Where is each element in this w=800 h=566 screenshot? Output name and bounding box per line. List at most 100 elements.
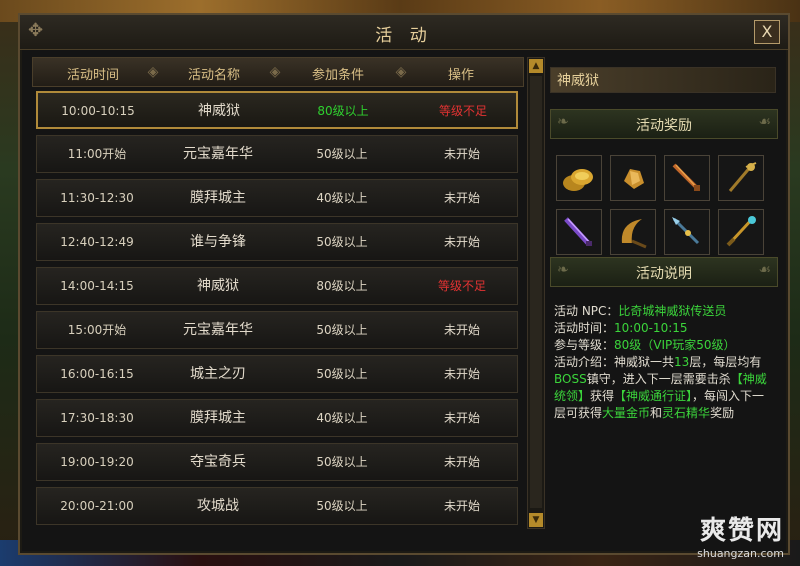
staff-icon[interactable] bbox=[718, 155, 764, 201]
row-name: 谁与争锋 bbox=[190, 234, 246, 250]
row-name: 元宝嘉年华 bbox=[183, 322, 253, 338]
gold-coins-icon[interactable] bbox=[556, 155, 602, 201]
row-requirement: 40级以上 bbox=[316, 411, 368, 425]
row-requirement: 50级以上 bbox=[316, 147, 368, 161]
scepter-icon[interactable] bbox=[718, 209, 764, 255]
row-status: 等级不足 bbox=[438, 104, 487, 118]
desc-time-line: 活动时间：10:00-10:15 bbox=[554, 320, 772, 337]
row-status: 未开始 bbox=[443, 147, 480, 161]
row-time: 10:00-10:15 bbox=[61, 104, 135, 118]
table-row[interactable]: 10:00-10:15 神威狱 80级以上 等级不足 bbox=[36, 91, 518, 129]
watermark-logo: 爽赞网 bbox=[699, 516, 784, 546]
header-name: 活动名称 bbox=[187, 68, 240, 83]
row-requirement: 80级以上 bbox=[316, 279, 368, 293]
row-time: 14:00-14:15 bbox=[60, 279, 134, 293]
row-status: 未开始 bbox=[443, 323, 480, 337]
row-status: 未开始 bbox=[443, 455, 480, 469]
desc-level-line: 参与等级：80级（VIP玩家50级） bbox=[554, 337, 772, 354]
row-name: 攻城战 bbox=[197, 498, 239, 514]
gold-ore-icon[interactable] bbox=[610, 155, 656, 201]
selected-activity-name: 神威狱 bbox=[550, 67, 776, 93]
table-row[interactable]: 11:00开始 元宝嘉年华 50级以上 未开始 bbox=[36, 135, 518, 173]
scroll-down-icon[interactable]: ▼ bbox=[529, 513, 543, 527]
time-label: 活动时间： bbox=[554, 321, 615, 335]
reward-gold: 大量金币 bbox=[602, 406, 651, 420]
row-name: 膜拜城主 bbox=[190, 190, 246, 206]
description-section-header: ❧ 活动说明 ☙ bbox=[550, 257, 778, 287]
row-status: 未开始 bbox=[443, 411, 480, 425]
table-row[interactable]: 17:30-18:30 膜拜城主 40级以上 未开始 bbox=[36, 399, 518, 437]
intro-text: 奖励 bbox=[710, 406, 735, 420]
row-requirement: 50级以上 bbox=[316, 235, 368, 249]
time-value: 10:00-10:15 bbox=[614, 321, 688, 335]
desc-npc-line: 活动 NPC：比奇城神威狱传送员 bbox=[554, 303, 772, 320]
row-status: 未开始 bbox=[443, 499, 480, 513]
row-name: 夺宝奇兵 bbox=[190, 454, 246, 470]
header-requirement: 参加条件 bbox=[311, 68, 364, 83]
intro-text: 和 bbox=[650, 406, 663, 420]
watermark: 爽赞网 shuangzan.com bbox=[697, 510, 784, 560]
rewards-section-header: ❧ 活动奖励 ☙ bbox=[550, 109, 778, 139]
blade-icon[interactable] bbox=[556, 209, 602, 255]
activity-window: ✥ 活 动 X 活动时间 ◈ 活动名称 ◈ 参加条件 ◈ 操作 10:00-10… bbox=[18, 13, 790, 555]
scrollbar[interactable]: ▲ ▼ bbox=[527, 57, 545, 529]
row-time: 20:00-21:00 bbox=[60, 499, 134, 513]
row-requirement: 50级以上 bbox=[316, 367, 368, 381]
table-row[interactable]: 19:00-19:20 夺宝奇兵 50级以上 未开始 bbox=[36, 443, 518, 481]
row-time: 16:00-16:15 bbox=[60, 367, 134, 381]
row-name: 元宝嘉年华 bbox=[183, 146, 253, 162]
level-value: 80级（VIP玩家50级） bbox=[614, 338, 736, 352]
intro-text: 获得 bbox=[590, 389, 615, 403]
table-row[interactable]: 16:00-16:15 城主之刃 50级以上 未开始 bbox=[36, 355, 518, 393]
ornament-icon: ☙ bbox=[758, 114, 771, 130]
row-name: 神威狱 bbox=[198, 103, 240, 119]
row-time: 19:00-19:20 bbox=[60, 455, 134, 469]
scrollbar-track[interactable] bbox=[530, 76, 542, 508]
row-status: 未开始 bbox=[443, 367, 480, 381]
table-row[interactable]: 15:00开始 元宝嘉年华 50级以上 未开始 bbox=[36, 311, 518, 349]
activity-rows: 10:00-10:15 神威狱 80级以上 等级不足 11:00开始 元宝嘉年华… bbox=[32, 91, 522, 533]
row-requirement: 50级以上 bbox=[316, 455, 368, 469]
row-time: 12:40-12:49 bbox=[60, 235, 134, 249]
activity-description: 活动 NPC：比奇城神威狱传送员 活动时间：10:00-10:15 参与等级：8… bbox=[554, 303, 772, 422]
desc-intro: 活动介绍：神威狱一共13层，每层均有BOSS镇守，进入下一层需要击杀【神威统领】… bbox=[554, 354, 772, 422]
row-status: 等级不足 bbox=[437, 279, 486, 293]
ornament-icon: ☙ bbox=[758, 262, 771, 278]
sword-icon[interactable] bbox=[664, 155, 710, 201]
level-label: 参与等级： bbox=[554, 338, 615, 352]
intro-text: 镇守，进入下一层需要击杀 bbox=[586, 372, 731, 386]
description-title: 活动说明 bbox=[636, 266, 692, 282]
table-row[interactable]: 20:00-21:00 攻城战 50级以上 未开始 bbox=[36, 487, 518, 525]
table-row[interactable]: 11:30-12:30 膜拜城主 40级以上 未开始 bbox=[36, 179, 518, 217]
reward-essence: 灵石精华 bbox=[662, 406, 711, 420]
table-header: 活动时间 ◈ 活动名称 ◈ 参加条件 ◈ 操作 bbox=[32, 57, 524, 87]
row-time: 11:00开始 bbox=[67, 147, 127, 161]
activity-list-panel: 活动时间 ◈ 活动名称 ◈ 参加条件 ◈ 操作 10:00-10:15 神威狱 … bbox=[32, 57, 545, 533]
detail-panel: 神威狱 ❧ 活动奖励 ☙ ❧ 活动说明 ☙ 活动 NPC：比奇城神威狱传送员 活… bbox=[550, 57, 778, 537]
row-requirement: 50级以上 bbox=[316, 323, 368, 337]
intro-text: 层，每层均有 bbox=[689, 355, 762, 369]
npc-value: 比奇城神威狱传送员 bbox=[618, 304, 727, 318]
row-name: 城主之刃 bbox=[190, 366, 246, 382]
row-requirement: 40级以上 bbox=[316, 191, 368, 205]
row-name: 神威狱 bbox=[197, 278, 239, 294]
boss-keyword: BOSS bbox=[554, 372, 587, 386]
header-time: 活动时间 bbox=[66, 68, 119, 83]
row-name: 膜拜城主 bbox=[190, 410, 246, 426]
row-status: 未开始 bbox=[443, 191, 480, 205]
row-requirement: 50级以上 bbox=[316, 499, 368, 513]
row-time: 15:00开始 bbox=[67, 323, 127, 337]
close-button[interactable]: X bbox=[754, 20, 780, 44]
watermark-url: shuangzan.com bbox=[697, 547, 784, 560]
window-title: 活 动 bbox=[375, 26, 433, 46]
intro-text: 神威狱一共 bbox=[614, 355, 675, 369]
title-bar: ✥ 活 动 X bbox=[20, 15, 788, 50]
table-row[interactable]: 12:40-12:49 谁与争锋 50级以上 未开始 bbox=[36, 223, 518, 261]
scroll-up-icon[interactable]: ▲ bbox=[529, 59, 543, 73]
header-action: 操作 bbox=[447, 68, 474, 83]
row-status: 未开始 bbox=[443, 235, 480, 249]
table-row[interactable]: 14:00-14:15 神威狱 80级以上 等级不足 bbox=[36, 267, 518, 305]
crescent-blade-icon[interactable] bbox=[610, 209, 656, 255]
spear-icon[interactable] bbox=[664, 209, 710, 255]
floor-count: 13 bbox=[674, 355, 690, 369]
